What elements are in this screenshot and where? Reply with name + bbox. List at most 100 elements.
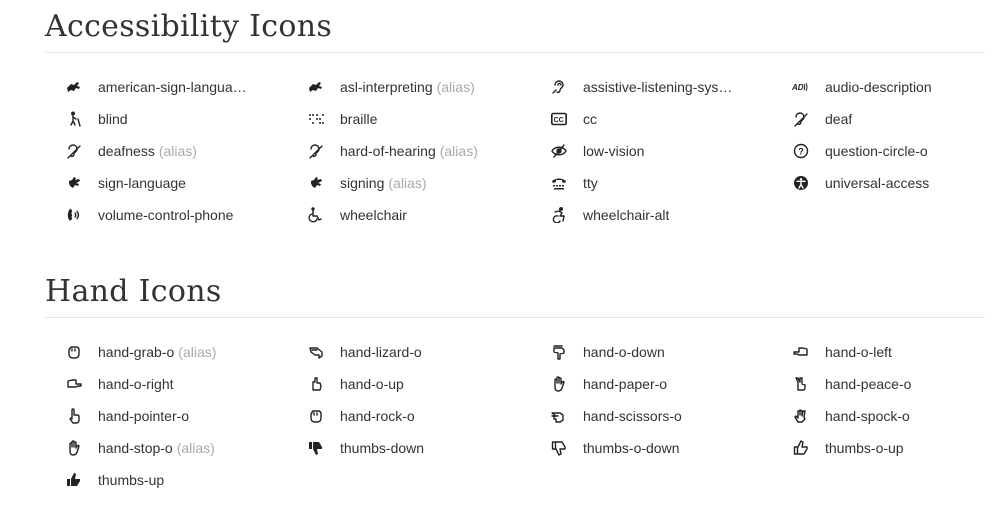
asl-icon (65, 79, 83, 95)
icon-name-label: hand-scissors-o (583, 408, 682, 424)
icon-link-cc[interactable]: CC cc (550, 107, 597, 131)
icon-link-wheelchair-alt[interactable]: wheelchair-alt (550, 203, 669, 227)
deaf-icon (65, 143, 83, 159)
icon-name-label: signing (340, 175, 385, 191)
icon-name-label: hand-rock-o (340, 408, 415, 424)
icon-link-hand-grab-o[interactable]: hand-grab-o (alias) (65, 340, 216, 364)
svg-text:CC: CC (554, 117, 564, 124)
icon-name-label: hand-peace-o (825, 376, 912, 392)
hand-spock-icon (792, 408, 810, 424)
icon-link-question-circle-o[interactable]: ? question-circle-o (792, 139, 928, 163)
icon-name-label: hand-o-down (583, 344, 665, 360)
icon-name-label: wheelchair (340, 207, 407, 223)
icon-link-thumbs-o-down[interactable]: thumbs-o-down (550, 436, 680, 460)
hand-paper-icon (550, 376, 568, 392)
icon-name-label: deaf (825, 111, 853, 127)
icon-name-label: hand-lizard-o (340, 344, 422, 360)
icon-name-label: braille (340, 111, 378, 127)
icon-name-label: wheelchair-alt (583, 207, 670, 223)
icon-link-asl-interpreting[interactable]: asl-interpreting (alias) (307, 75, 475, 99)
icon-link-hand-paper-o[interactable]: hand-paper-o (550, 372, 667, 396)
alias-note: (alias) (178, 344, 217, 360)
icon-link-low-vision[interactable]: low-vision (550, 139, 644, 163)
icon-link-volume-control-phone[interactable]: volume-control-phone (65, 203, 233, 227)
icon-name-label: hand-o-left (825, 344, 892, 360)
wheelchair-icon (307, 207, 325, 223)
asl-icon (307, 79, 325, 95)
icon-link-universal-access[interactable]: universal-access (792, 171, 929, 195)
deaf-icon (307, 143, 325, 159)
icon-name-label: audio-description (825, 79, 932, 95)
icon-link-hand-o-right[interactable]: hand-o-right (65, 372, 174, 396)
icon-link-hand-o-left[interactable]: hand-o-left (792, 340, 892, 364)
thumbs-o-down-icon (550, 440, 568, 456)
icon-name-label: hand-pointer-o (98, 408, 190, 424)
icon-name-label: hand-paper-o (583, 376, 668, 392)
icon-name-label: asl-interpreting (340, 79, 433, 95)
icon-name-label: question-circle-o (825, 143, 928, 159)
icon-name-label: tty (583, 175, 598, 191)
low-vision-icon (550, 143, 568, 159)
accessibility-section: Accessibility Icons american-sign-langua… (45, 8, 985, 223)
icon-link-hand-peace-o[interactable]: hand-peace-o (792, 372, 911, 396)
icon-link-braille[interactable]: braille (307, 107, 377, 131)
tty-icon (550, 175, 568, 191)
hand-section: Hand Icons hand-grab-o (alias) hand-lizard… (45, 273, 985, 488)
icon-link-hard-of-hearing[interactable]: hard-of-hearing (alias) (307, 139, 478, 163)
icon-link-hand-rock-o[interactable]: hand-rock-o (307, 404, 415, 428)
icon-link-signing[interactable]: signing (alias) (307, 171, 427, 195)
section-divider (45, 52, 985, 53)
icon-link-hand-o-up[interactable]: hand-o-up (307, 372, 404, 396)
icon-link-audio-description[interactable]: AD audio-description (792, 75, 932, 99)
icon-name-label: hand-spock-o (825, 408, 910, 424)
icon-link-hand-lizard-o[interactable]: hand-lizard-o (307, 340, 422, 364)
icon-link-hand-spock-o[interactable]: hand-spock-o (792, 404, 910, 428)
hand-peace-icon (792, 376, 810, 392)
svg-text:?: ? (798, 147, 804, 157)
hand-paper-icon (65, 440, 83, 456)
icon-name-label: blind (98, 111, 128, 127)
icon-link-thumbs-up[interactable]: thumbs-up (65, 468, 164, 492)
hand-down-icon (550, 344, 568, 360)
icon-link-assistive-listening-syste[interactable]: assistive-listening-syste... (550, 75, 735, 99)
sign-language-icon (65, 175, 83, 191)
icon-name-label: low-vision (583, 143, 645, 159)
question-circle-icon: ? (792, 143, 810, 159)
icon-link-deaf[interactable]: deaf (792, 107, 852, 131)
hand-pointer-icon (65, 408, 83, 424)
icon-name-label: thumbs-o-up (825, 440, 904, 456)
icon-link-deafness[interactable]: deafness (alias) (65, 139, 197, 163)
alias-note: (alias) (176, 440, 215, 456)
icon-link-sign-language[interactable]: sign-language (65, 171, 186, 195)
thumbs-down-icon (307, 440, 325, 456)
icon-name-label: deafness (98, 143, 155, 159)
icon-link-hand-scissors-o[interactable]: hand-scissors-o (550, 404, 682, 428)
hand-rock-icon (307, 408, 325, 424)
thumbs-up-icon (65, 472, 83, 488)
icon-name-label: hand-o-up (340, 376, 404, 392)
universal-access-icon (792, 175, 810, 191)
alias-note: (alias) (158, 143, 197, 159)
icon-link-american-sign-languag[interactable]: american-sign-languag... (65, 75, 250, 99)
icon-name-label: cc (583, 111, 597, 127)
section-title-hand: Hand Icons (45, 274, 222, 309)
icon-link-hand-pointer-o[interactable]: hand-pointer-o (65, 404, 189, 428)
icon-link-hand-stop-o[interactable]: hand-stop-o (alias) (65, 436, 215, 460)
icon-link-wheelchair[interactable]: wheelchair (307, 203, 407, 227)
alias-note: (alias) (436, 79, 475, 95)
hand-rock-icon (65, 344, 83, 360)
icon-name-label: thumbs-o-down (583, 440, 680, 456)
icon-name-label: thumbs-up (98, 472, 165, 488)
icon-link-tty[interactable]: tty (550, 171, 598, 195)
cc-icon: CC (550, 111, 568, 127)
thumbs-o-up-icon (792, 440, 810, 456)
hand-up-icon (307, 376, 325, 392)
icon-link-thumbs-o-up[interactable]: thumbs-o-up (792, 436, 904, 460)
alias-note: (alias) (388, 175, 427, 191)
icon-name-label: assistive-listening-syste... (583, 79, 735, 95)
icon-name-label: hand-o-right (98, 376, 174, 392)
icon-link-thumbs-down[interactable]: thumbs-down (307, 436, 424, 460)
icon-name-label: hand-grab-o (98, 344, 175, 360)
icon-link-hand-o-down[interactable]: hand-o-down (550, 340, 665, 364)
icon-link-blind[interactable]: blind (65, 107, 128, 131)
